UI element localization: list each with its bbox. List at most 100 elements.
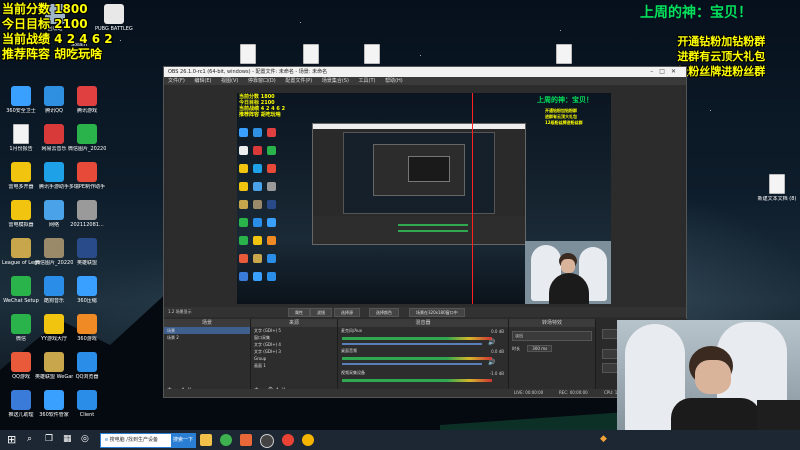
- menu-docks[interactable]: 停靠窗口(D): [248, 78, 276, 84]
- desktop-icon-label: QQ浏览器: [75, 374, 99, 380]
- file-icon: [364, 44, 380, 64]
- app-icon: [11, 86, 31, 106]
- menu-edit[interactable]: 编辑(E): [194, 78, 211, 84]
- obs-taskbar-icon[interactable]: [260, 434, 274, 448]
- desktop-icon[interactable]: Client: [68, 390, 106, 418]
- source-item[interactable]: 文字 (GDI+) 5: [251, 327, 337, 334]
- taskbar-search-input[interactable]: 搜电脑 /找到生产设备: [110, 437, 158, 443]
- desktop-file-icon[interactable]: [229, 44, 267, 64]
- desktop-file-icon[interactable]: [545, 44, 583, 64]
- app-icon: [13, 124, 29, 144]
- preview-mini-icon: [267, 236, 276, 245]
- app-icon: [11, 314, 31, 334]
- menu-help[interactable]: 帮助(H): [385, 78, 403, 84]
- select-source-button[interactable]: 选择源: [334, 308, 360, 317]
- desktop-icon[interactable]: 微信图片_2022021...: [68, 124, 106, 152]
- start-windows-icon[interactable]: ⊞: [7, 433, 16, 446]
- app-icon: [11, 238, 31, 258]
- menu-tools[interactable]: 工具(T): [359, 78, 376, 84]
- qq-music-icon[interactable]: [302, 434, 314, 446]
- desktop-file-icon[interactable]: [292, 44, 330, 64]
- menu-profile[interactable]: 配置文件(P): [285, 78, 312, 84]
- desktop-icon-label: 360压缩: [77, 298, 97, 304]
- windows-taskbar: ⊞ ⌕ ❐ ▦ ◎ e 搜电脑 /找到生产设备 搜索一下 ◆: [0, 430, 800, 450]
- recommended-lineup-text: 推荐阵容 胡吃玩啥: [2, 47, 103, 61]
- window-controls[interactable]: –□✕: [650, 67, 682, 77]
- live-time: LIVE: 00:00:00: [514, 390, 544, 395]
- preview-webcam: [525, 241, 611, 304]
- menu-file[interactable]: 文件(F): [168, 78, 185, 84]
- preview-mini-icon: [267, 164, 276, 173]
- preview-mini-icon: [267, 254, 276, 263]
- mixer-meter: [342, 379, 492, 382]
- duration-label: 时长: [512, 346, 520, 351]
- source-item[interactable]: Group: [251, 355, 337, 362]
- mixer-level: 0.0 dB: [491, 349, 504, 354]
- desktop-icon[interactable]: 多瑞PE制作助手: [68, 162, 106, 190]
- app-icon: [77, 276, 97, 296]
- desktop-icon[interactable]: QQ浏览器: [68, 352, 106, 380]
- fan-line-2: 进群有云顶大礼包: [677, 50, 766, 63]
- select-color-button[interactable]: 选择颜色: [369, 308, 399, 317]
- preview-mini-icon: [267, 218, 276, 227]
- scene-window-button[interactable]: 场景在320x180窗口中: [409, 308, 465, 317]
- widgets-icon[interactable]: ▦: [63, 434, 72, 444]
- app-icon: [44, 390, 64, 410]
- chrome-icon[interactable]: [282, 434, 294, 446]
- desktop-icon[interactable]: 360压缩: [68, 276, 106, 304]
- file-icon: [303, 44, 319, 64]
- preview-mini-icon: [239, 272, 248, 281]
- source-item[interactable]: 画面 1: [251, 362, 337, 369]
- file-icon: [556, 44, 572, 64]
- scene-item[interactable]: 场景 2: [164, 334, 250, 341]
- current-record-text: 当前战绩 4 2 4 6 2: [2, 32, 113, 46]
- source-item[interactable]: 文字 (GDI+) 4: [251, 341, 337, 348]
- volume-slider[interactable]: [342, 363, 482, 365]
- search-icon[interactable]: ⌕: [27, 434, 32, 444]
- mute-speaker-icon[interactable]: 🔊: [488, 359, 495, 366]
- mixer-meter: [342, 357, 492, 360]
- menu-view[interactable]: 视图(V): [221, 78, 238, 84]
- preview-mini-icon: [239, 146, 248, 155]
- notification-icon[interactable]: ◆: [600, 434, 607, 444]
- chat-icon[interactable]: ◎: [81, 434, 89, 444]
- mute-speaker-icon[interactable]: 🔊: [488, 339, 495, 346]
- desktop-icon[interactable]: 腾讯游戏: [68, 86, 106, 114]
- mixer-meter: [342, 337, 492, 340]
- preview-mini-icon: [253, 128, 262, 137]
- scene-item[interactable]: 场景: [164, 327, 250, 334]
- desktop-icon[interactable]: 202112081...: [68, 200, 106, 228]
- app-icon: [77, 124, 97, 144]
- file-icon: [240, 44, 256, 64]
- task-view-icon[interactable]: ❐: [45, 434, 53, 444]
- volume-slider[interactable]: [342, 343, 482, 345]
- duration-input[interactable]: 300 ms: [527, 345, 553, 352]
- source-item[interactable]: 文字 (GDI+) 3: [251, 348, 337, 355]
- menu-scene-collection[interactable]: 场景集合(S): [322, 78, 349, 84]
- obs-title-bar[interactable]: OBS 26.1.0-rc1 (64-bit, windows) - 配置文件:…: [164, 67, 686, 77]
- desktop-file-icon[interactable]: [353, 44, 391, 64]
- desktop-icon[interactable]: 英雄联盟: [68, 238, 106, 266]
- taskbar-search-button[interactable]: 搜索一下: [171, 434, 195, 447]
- mixer-channel-name: 桌面音频: [341, 348, 357, 353]
- taskbar-search-box[interactable]: e 搜电脑 /找到生产设备 搜索一下: [100, 433, 196, 448]
- preview-mini-icon: [267, 182, 276, 191]
- obs-preview[interactable]: 当前分数 1800 今日目标 2100 当前战绩 4 2 4 6 2 推荐阵容 …: [237, 93, 611, 304]
- desktop-icon-label: 360游戏: [77, 336, 97, 342]
- properties-button[interactable]: 属性: [288, 308, 310, 317]
- preview-mini-icon: [267, 272, 276, 281]
- desktop-file-new-text[interactable]: 新建文本文档 (8): [757, 174, 797, 202]
- desktop-icon[interactable]: 360游戏: [68, 314, 106, 342]
- preview-mini-icon: [239, 200, 248, 209]
- filters-button[interactable]: 滤镜: [310, 308, 332, 317]
- app-icon[interactable]: [240, 434, 252, 446]
- file-explorer-icon[interactable]: [200, 434, 212, 446]
- desktop-icon-label: 腾讯游戏: [76, 108, 97, 114]
- mixer-channel-name: 麦克风/Aux: [341, 328, 362, 333]
- preview-god-text: 上周的神：宝贝！: [537, 96, 593, 104]
- preview-mini-icon: [253, 272, 262, 281]
- 360-browser-icon[interactable]: [220, 434, 232, 446]
- source-item[interactable]: 窗口采集: [251, 334, 337, 341]
- transition-select[interactable]: 淡出: [512, 331, 592, 341]
- obs-window[interactable]: OBS 26.1.0-rc1 (64-bit, windows) - 配置文件:…: [163, 66, 687, 398]
